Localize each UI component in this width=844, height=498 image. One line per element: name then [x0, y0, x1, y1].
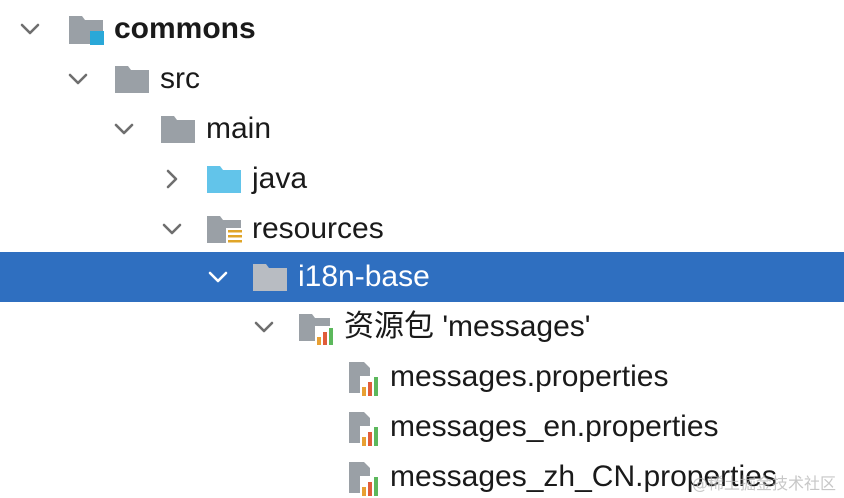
chevron-down-icon[interactable]: [62, 54, 92, 104]
tree-node-label: java: [252, 162, 308, 195]
properties-file-icon: [346, 361, 382, 396]
tree-node-label: main: [206, 112, 272, 145]
tree-node-resource-bundle[interactable]: 资源包 'messages': [0, 302, 844, 352]
folder-icon: [160, 113, 196, 145]
watermark: @稀土掘金技术社区: [691, 474, 836, 493]
module-folder-icon: [68, 13, 104, 45]
tree-node-i18n-base[interactable]: i18n-base: [0, 252, 844, 302]
tree-node-commons[interactable]: commons: [0, 4, 844, 54]
properties-file-icon: [346, 461, 382, 496]
resource-bundle-icon: [298, 311, 335, 345]
folder-icon: [252, 261, 288, 293]
tree-node-label: messages.properties: [390, 360, 669, 393]
source-folder-icon: [206, 163, 242, 195]
chevron-down-icon[interactable]: [108, 104, 138, 154]
tree-node-java[interactable]: java: [0, 154, 844, 204]
tree-node-label: commons: [114, 12, 256, 45]
tree-node-label: src: [160, 62, 200, 95]
chevron-down-icon[interactable]: [248, 302, 278, 352]
tree-node-main[interactable]: main: [0, 104, 844, 154]
project-tree: commons src main java resources i18n-bas…: [0, 0, 844, 498]
tree-node-resources[interactable]: resources: [0, 204, 844, 254]
chevron-down-icon[interactable]: [202, 252, 232, 302]
tree-node-messages-en-properties[interactable]: messages_en.properties: [0, 402, 844, 452]
properties-file-icon: [346, 411, 382, 446]
tree-node-messages-properties[interactable]: messages.properties: [0, 352, 844, 402]
chevron-right-icon[interactable]: [156, 154, 186, 204]
chevron-down-icon[interactable]: [14, 4, 44, 54]
chevron-down-icon[interactable]: [156, 204, 186, 254]
tree-node-label: i18n-base: [298, 260, 430, 293]
tree-node-src[interactable]: src: [0, 54, 844, 104]
tree-node-label: resources: [252, 212, 384, 245]
resources-folder-icon: [206, 213, 243, 246]
tree-node-label: 资源包 'messages': [344, 310, 591, 343]
tree-node-label: messages_en.properties: [390, 410, 719, 443]
folder-icon: [114, 63, 150, 95]
